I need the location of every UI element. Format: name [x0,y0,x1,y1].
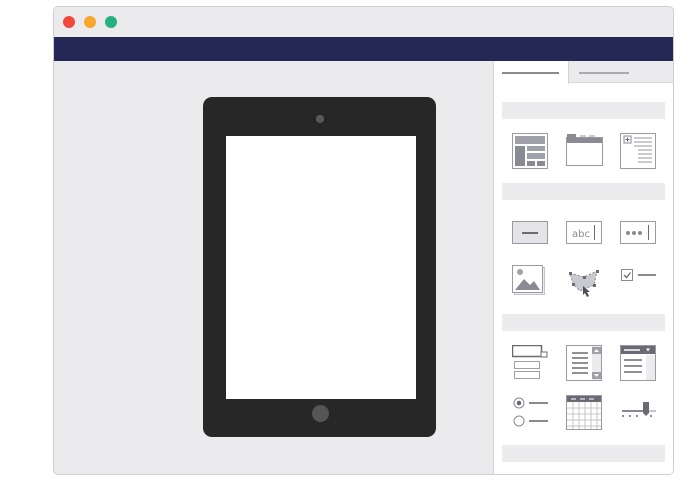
scrolling-list-icon[interactable] [566,345,602,381]
button-icon[interactable] [512,221,548,245]
radio-group-icon[interactable] [512,395,550,429]
tree-list-icon[interactable] [620,133,656,169]
svg-text:abc: abc [572,229,590,240]
tab-properties[interactable] [569,61,673,83]
layout-grid-icon[interactable] [512,133,548,169]
tablet-screen[interactable] [226,136,416,399]
tablet-camera [316,115,324,123]
tab-widgets[interactable] [494,61,569,84]
tab-properties-label [579,72,629,74]
zoom-window-button[interactable] [105,16,117,28]
minimize-window-button[interactable] [84,16,96,28]
section-header-layout[interactable] [502,102,665,119]
password-input-icon[interactable] [620,221,656,245]
image-icon[interactable] [512,265,546,295]
combobox-icon[interactable] [512,345,550,381]
title-bar [54,7,673,37]
toolbar [54,37,673,61]
tablet-device-frame [203,97,436,437]
panel-tab-bar [494,61,673,84]
app-window: abc [53,6,674,475]
text-input-icon[interactable]: abc [566,221,602,245]
section-header-forms[interactable] [502,314,665,331]
hotspot-icon[interactable] [566,265,602,297]
design-canvas[interactable] [54,61,493,474]
browser-window-icon[interactable] [566,133,604,167]
widget-library-panel: abc [493,61,673,474]
calendar-icon[interactable] [566,395,604,431]
close-window-button[interactable] [63,16,75,28]
checkbox-icon[interactable] [620,267,658,283]
section-header-basic[interactable] [502,183,665,200]
slider-icon[interactable] [620,401,658,423]
section-header-more[interactable] [502,445,665,462]
dropdown-list-icon[interactable] [620,345,656,381]
tablet-home-button [312,405,329,422]
tab-widgets-label [502,72,559,74]
